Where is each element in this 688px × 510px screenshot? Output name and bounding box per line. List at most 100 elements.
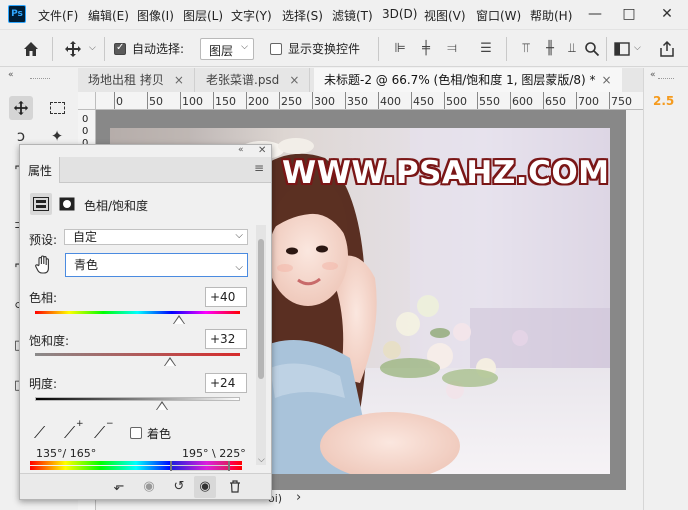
chevron-down-icon[interactable]: ⌵ <box>634 43 641 53</box>
move-tool[interactable] <box>9 96 33 120</box>
ruler-tick-label: 500 <box>446 95 467 108</box>
channel-dropdown[interactable]: 青色 ⌵ <box>65 253 248 277</box>
tab-document-1[interactable]: 场地出租 拷贝 × <box>78 68 195 92</box>
ruler-ticks: 0 50 100 150 200 250 300 350 400 450 500 550 600 650 7… <box>96 92 643 109</box>
ruler-tick-mark <box>510 92 511 109</box>
saturation-label: 饱和度: <box>29 334 70 348</box>
align-middle-v-icon[interactable]: ╫ <box>542 41 558 57</box>
auto-select-checkbox[interactable] <box>114 42 126 55</box>
ruler-corner[interactable] <box>78 92 96 110</box>
scroll-down-icon[interactable]: ⌵ <box>258 455 265 465</box>
close-icon[interactable]: × <box>602 73 612 87</box>
properties-tab-label: 属性 <box>28 164 53 178</box>
preset-value: 自定 <box>73 230 98 244</box>
horizontal-ruler[interactable]: 0 50 100 150 200 250 300 350 400 450 500 550 600 650 7… <box>96 92 643 110</box>
share-icon[interactable] <box>658 40 676 58</box>
restore-button[interactable]: □ <box>614 0 644 30</box>
align-right-icon[interactable]: ⫤ <box>444 41 460 57</box>
toggle-visibility-button[interactable]: ◉ <box>194 476 216 498</box>
saturation-slider-track[interactable] <box>35 353 240 356</box>
delete-adjustment-button[interactable] <box>224 476 246 498</box>
tab-label: 老张菜谱.psd <box>206 73 280 87</box>
collapse-icon[interactable]: « <box>650 70 656 80</box>
lightness-slider-thumb[interactable] <box>156 401 169 411</box>
menu-filter[interactable]: 滤镜(T) <box>332 7 373 24</box>
preset-dropdown[interactable]: 自定 ⌵ <box>64 229 248 245</box>
hue-slider-track[interactable] <box>35 311 240 314</box>
ruler-tick-label: 350 <box>347 95 368 108</box>
home-icon[interactable] <box>22 40 40 58</box>
marquee-tool[interactable] <box>45 96 69 120</box>
ruler-tick-label: 0 <box>82 126 89 137</box>
reset-button[interactable]: ↺ <box>168 476 190 498</box>
clip-to-layer-icon: ⬐ <box>113 479 125 494</box>
view-previous-button[interactable]: ◉ <box>138 476 160 498</box>
auto-select-target-value: 图层 <box>209 44 234 58</box>
distribute-icon[interactable]: ☰ <box>478 41 494 57</box>
panel-scrollbar[interactable] <box>256 225 266 465</box>
close-icon[interactable]: ✕ <box>258 145 266 156</box>
panel-grip[interactable] <box>658 78 674 80</box>
workspace-icon[interactable] <box>614 42 630 56</box>
lightness-slider-track[interactable] <box>35 397 240 401</box>
move-tool-icon[interactable] <box>64 40 82 58</box>
chevron-down-icon[interactable]: ⌵ <box>89 43 96 53</box>
saturation-slider-thumb[interactable] <box>164 357 177 367</box>
chevron-right-icon[interactable]: › <box>296 490 301 505</box>
ruler-tick-label: 650 <box>545 95 566 108</box>
view-previous-icon: ◉ <box>143 479 155 494</box>
menu-3d[interactable]: 3D(D) <box>382 7 417 21</box>
close-window-button[interactable]: ✕ <box>652 0 682 30</box>
watermark-text: WWW.PSAHZ.COM <box>282 155 610 191</box>
colorize-checkbox[interactable] <box>130 427 142 439</box>
tab-properties[interactable]: 属性 <box>20 157 60 183</box>
targeted-adjustment-hand-icon[interactable] <box>34 255 52 275</box>
tab-document-2[interactable]: 老张菜谱.psd × <box>196 68 311 92</box>
scrollbar-thumb[interactable] <box>258 239 264 379</box>
show-transform-checkbox[interactable] <box>270 43 282 55</box>
hue-slider-thumb[interactable] <box>172 315 185 325</box>
lightness-input[interactable]: +24 <box>205 373 247 393</box>
align-left-icon[interactable]: ⊫ <box>392 41 408 57</box>
eyedropper-subtract-icon[interactable]: ⟋ <box>94 423 105 443</box>
close-icon[interactable]: × <box>289 73 299 87</box>
photoshop-logo: Ps <box>8 5 26 23</box>
ruler-tick-label: 200 <box>248 95 269 108</box>
hue-input[interactable]: +40 <box>205 287 247 307</box>
menu-type[interactable]: 文字(Y) <box>231 7 272 24</box>
tab-document-3[interactable]: 未标题-2 @ 66.7% (色相/饱和度 1, 图层蒙版/8) * × <box>314 68 622 92</box>
align-center-h-icon[interactable]: ╪ <box>418 41 434 57</box>
adjustment-icon-button[interactable] <box>30 193 52 215</box>
ruler-tick-label: 0 <box>82 114 89 125</box>
align-top-icon[interactable]: ⫪ <box>518 41 534 57</box>
trash-icon <box>230 480 240 493</box>
align-bottom-icon[interactable]: ⫫ <box>564 41 580 57</box>
range-right-readout: 195° \ 225° <box>182 447 246 460</box>
ruler-tick-mark <box>378 92 379 109</box>
menu-window[interactable]: 窗口(W) <box>476 7 521 24</box>
menu-edit[interactable]: 编辑(E) <box>88 7 129 24</box>
lasso-icon: ↄ <box>16 127 26 145</box>
clip-to-layer-button[interactable]: ⬐ <box>108 476 130 498</box>
menu-view[interactable]: 视图(V) <box>424 7 466 24</box>
show-transform-label: 显示变换控件 <box>288 42 361 56</box>
search-icon[interactable] <box>584 41 600 57</box>
close-icon[interactable]: × <box>174 73 184 87</box>
panel-menu-icon[interactable]: ≡ <box>254 161 264 175</box>
saturation-input[interactable]: +32 <box>205 329 247 349</box>
mask-icon-button[interactable] <box>56 193 78 215</box>
color-range-selector[interactable] <box>170 461 230 471</box>
auto-select-target-dropdown[interactable]: 图层 ⌵ <box>200 38 254 60</box>
eyedropper-icon[interactable]: ⟋ <box>34 423 45 443</box>
collapse-icon[interactable]: « <box>8 70 14 80</box>
menu-layer[interactable]: 图层(L) <box>183 7 223 24</box>
minimize-button[interactable]: — <box>580 0 610 30</box>
menu-help[interactable]: 帮助(H) <box>530 7 572 24</box>
panel-grip[interactable] <box>30 78 50 80</box>
collapse-icon[interactable]: « <box>238 145 244 155</box>
menu-image[interactable]: 图像(I) <box>137 7 174 24</box>
eyedropper-add-icon[interactable]: ⟋ <box>64 423 75 443</box>
menu-select[interactable]: 选择(S) <box>282 7 323 24</box>
ruler-tick-mark <box>345 92 346 109</box>
menu-file[interactable]: 文件(F) <box>38 7 78 24</box>
